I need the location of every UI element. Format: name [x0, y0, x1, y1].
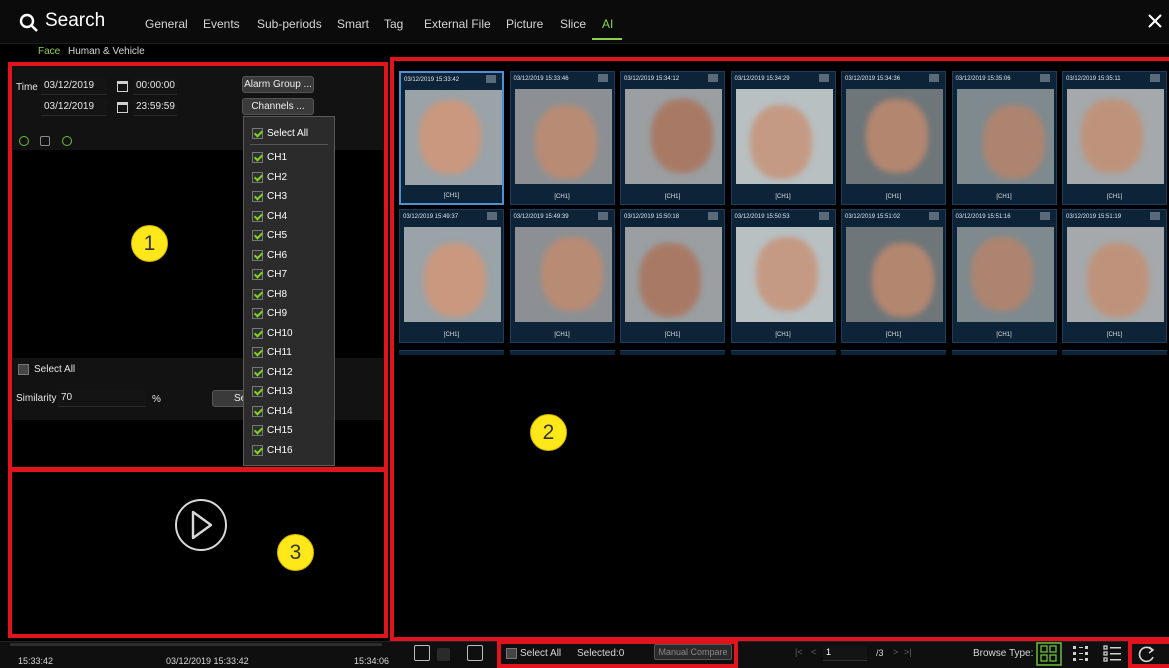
- browse-type-label: Browse Type:: [973, 648, 1034, 659]
- highlight-box-results: [390, 57, 1169, 641]
- page-total: /3: [876, 648, 884, 658]
- highlight-box-filters: [8, 62, 388, 471]
- up-arrow-icon[interactable]: [437, 648, 450, 661]
- save-icon[interactable]: [467, 645, 483, 661]
- refresh-icon[interactable]: [1137, 644, 1157, 664]
- manual-compare-button[interactable]: Manual Compare: [654, 644, 732, 660]
- prev-page-icon[interactable]: <: [811, 647, 816, 657]
- active-tab-indicator: [592, 38, 622, 40]
- badge-2: 2: [530, 414, 567, 451]
- tab-sub-periods[interactable]: Sub-periods: [257, 17, 322, 31]
- close-icon[interactable]: [1148, 14, 1162, 28]
- page-input[interactable]: 1: [823, 646, 867, 661]
- small-grid-view-icon[interactable]: [1072, 645, 1092, 663]
- subtab-human-vehicle[interactable]: Human & Vehicle: [68, 46, 145, 57]
- tab-general[interactable]: General: [145, 17, 188, 31]
- subtab-face[interactable]: Face: [38, 46, 60, 57]
- tab-slice[interactable]: Slice: [560, 17, 586, 31]
- top-bar: Search General Events Sub-periods Smart …: [0, 0, 1169, 44]
- play-small-icon[interactable]: [414, 645, 430, 661]
- list-view-icon[interactable]: [1103, 645, 1123, 663]
- selected-count: Selected:0: [577, 648, 625, 659]
- playback-end-time: 15:34:06: [354, 656, 390, 666]
- last-page-icon[interactable]: >|: [904, 647, 912, 657]
- badge-1: 1: [131, 225, 168, 262]
- footer-select-all-checkbox[interactable]: [506, 648, 517, 659]
- page-title: Search: [45, 10, 106, 31]
- tab-external-file[interactable]: External File: [424, 17, 491, 31]
- tab-ai[interactable]: AI: [602, 17, 613, 31]
- playback-current-time: 03/12/2019 15:33:42: [166, 656, 249, 666]
- next-page-icon[interactable]: >: [893, 647, 898, 657]
- badge-3: 3: [277, 534, 314, 571]
- first-page-icon[interactable]: |<: [795, 647, 803, 657]
- tab-events[interactable]: Events: [203, 17, 240, 31]
- timeline-track[interactable]: [10, 643, 382, 646]
- highlight-box-playback: [8, 468, 388, 638]
- tab-picture[interactable]: Picture: [506, 17, 543, 31]
- playback-start-time: 15:33:42: [18, 656, 54, 666]
- tab-tag[interactable]: Tag: [384, 17, 403, 31]
- grid-view-icon[interactable]: [1036, 642, 1062, 666]
- tab-smart[interactable]: Smart: [337, 17, 369, 31]
- footer-select-all-label: Select All: [520, 648, 562, 659]
- search-icon: [19, 13, 38, 32]
